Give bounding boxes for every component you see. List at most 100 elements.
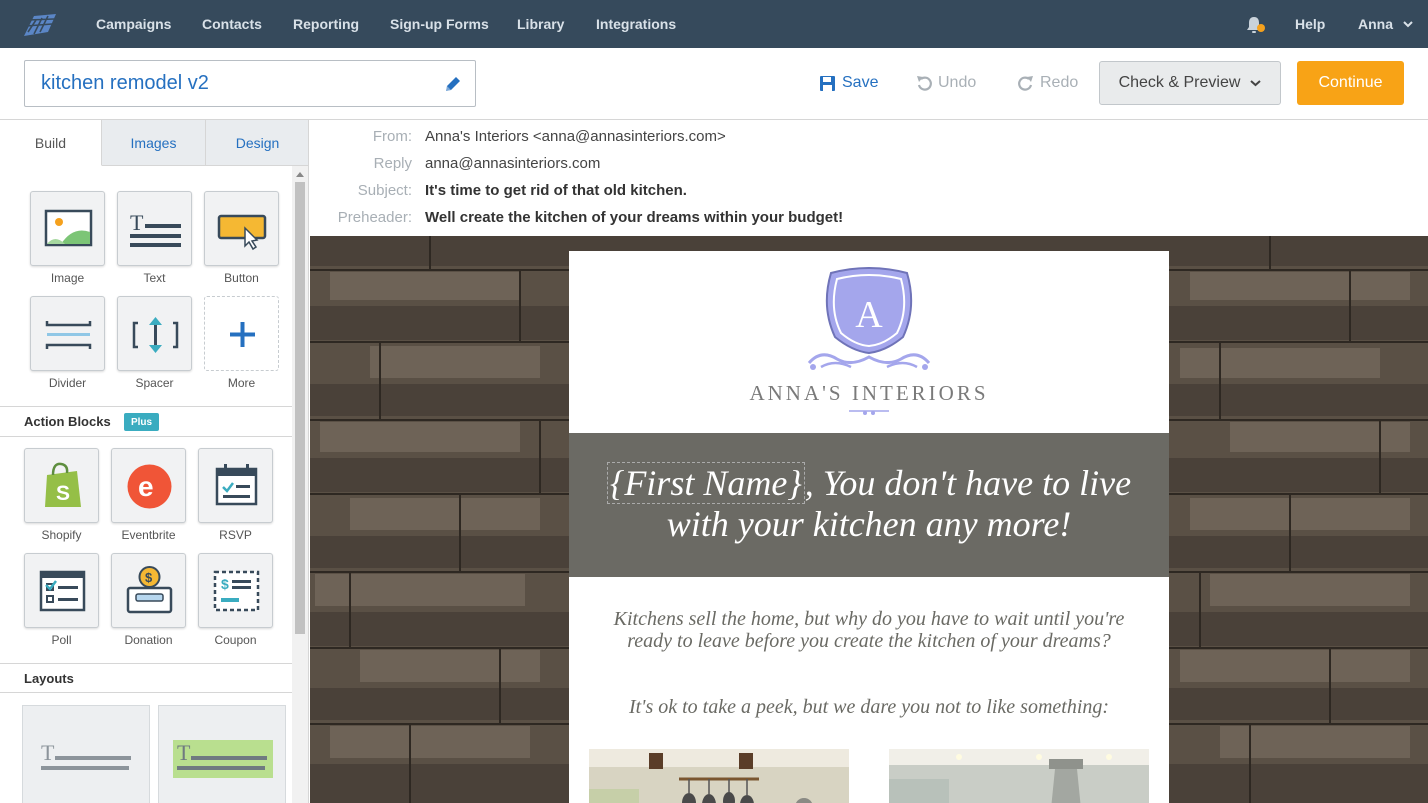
block-divider[interactable] [30,296,105,371]
block-label-donation: Donation [124,633,173,647]
subject-value[interactable]: It's time to get rid of that old kitchen… [425,182,687,199]
action-blocks-heading: Action Blocks [24,414,111,429]
nav-user-menu[interactable]: Anna [1358,16,1393,32]
block-donation[interactable]: $ [111,553,186,628]
brand-name: ANNA'S INTERIORS [749,381,989,405]
svg-text:$: $ [221,576,229,592]
block-rsvp[interactable] [198,448,273,523]
kitchen-image-left [589,749,849,803]
save-icon [820,75,835,91]
save-label: Save [842,74,879,91]
undo-label: Undo [938,74,977,91]
section-divider [0,436,292,437]
block-image[interactable] [30,191,105,266]
block-label-rsvp: RSVP [219,528,252,542]
undo-icon [917,76,932,91]
image-icon [44,209,93,247]
section-divider [0,406,292,407]
tab-build[interactable]: Build [0,120,102,166]
plus-icon [230,322,255,347]
block-label-divider: Divider [48,376,87,390]
section-divider [0,692,292,693]
svg-text:$: $ [145,570,153,585]
reply-value[interactable]: anna@annasinteriors.com [425,155,600,172]
body-paragraph-2[interactable]: It's ok to take a peek, but we dare you … [599,696,1139,718]
layout-text[interactable]: T [22,705,150,803]
continue-button[interactable]: Continue [1297,61,1404,105]
chevron-down-icon[interactable] [1403,20,1413,28]
top-nav: Campaigns Contacts Reporting Sign-up For… [0,0,1428,48]
spacer-icon [132,317,179,353]
divider-icon [45,321,92,349]
email-canvas: From: Anna's Interiors <anna@annasinteri… [310,120,1428,803]
block-poll[interactable] [24,553,99,628]
tab-images[interactable]: Images [102,120,206,166]
campaign-name-field[interactable]: kitchen remodel v2 [24,60,476,107]
calendar-icon [215,464,258,506]
sidebar-scroll-thumb[interactable] [295,182,305,634]
nav-campaigns[interactable]: Campaigns [96,16,171,32]
editor-toolbar: kitchen remodel v2 Save Undo Redo Check … [0,48,1428,120]
undo-button[interactable]: Undo [916,74,976,92]
svg-text:S: S [56,482,70,505]
layouts-heading: Layouts [24,671,74,686]
text-icon: T [130,210,181,247]
section-divider [0,663,292,664]
donation-icon: $ [126,566,173,614]
block-shopify[interactable]: S [24,448,99,523]
svg-text:T: T [177,740,191,765]
pencil-icon[interactable] [443,74,463,94]
coupon-icon: $ [213,570,260,612]
block-label-poll: Poll [51,633,72,647]
block-label-button: Button [224,271,259,285]
headline-band[interactable]: {First Name}, You don't have to live wit… [569,433,1169,577]
nav-reporting[interactable]: Reporting [293,16,359,32]
block-label-text: Text [143,271,166,285]
tab-design[interactable]: Design [206,120,308,166]
email-body[interactable]: A ANNA'S INTERIORS {First Name}, You don… [569,251,1169,803]
block-button[interactable] [204,191,279,266]
body-paragraph-1[interactable]: Kitchens sell the home, but why do you h… [599,608,1139,652]
nav-signup-forms[interactable]: Sign-up Forms [390,16,489,32]
preheader-value[interactable]: Well create the kitchen of your dreams w… [425,209,843,226]
subject-label: Subject: [357,182,412,199]
first-name-token[interactable]: {First Name} [606,462,805,504]
kitchen-image-right [889,749,1149,803]
redo-label: Redo [1040,74,1079,91]
notification-dot [1257,24,1265,32]
block-label-more: More [227,376,256,390]
svg-text:T: T [41,740,55,765]
block-text[interactable]: T [117,191,192,266]
block-label-eventbrite: Eventbrite [121,528,176,542]
redo-button[interactable]: Redo [1018,74,1078,92]
button-icon [217,214,267,251]
text-highlight-layout-icon: T [173,740,273,778]
nav-contacts[interactable]: Contacts [202,16,262,32]
reply-label: Reply [373,155,412,172]
kitchen-photo-right[interactable] [889,749,1149,803]
check-preview-button[interactable]: Check & Preview [1099,61,1281,105]
nav-library[interactable]: Library [517,16,564,32]
layout-text-highlight[interactable]: T [158,705,286,803]
kitchen-photo-left[interactable] [589,749,849,803]
eventbrite-icon: e [127,464,172,509]
block-label-image: Image [50,271,85,285]
campaign-name[interactable]: kitchen remodel v2 [41,72,209,95]
shopify-icon: S [45,462,81,507]
block-eventbrite[interactable]: e [111,448,186,523]
block-more[interactable] [204,296,279,371]
svg-text:T: T [130,210,144,235]
scroll-up-arrow[interactable] [296,172,304,177]
from-value[interactable]: Anna's Interiors <anna@annasinteriors.co… [425,128,726,145]
logo-icon[interactable] [22,12,58,38]
block-coupon[interactable]: $ [198,553,273,628]
headline[interactable]: {First Name}, You don't have to live wit… [587,462,1151,545]
wood-background: A ANNA'S INTERIORS {First Name}, You don… [310,236,1428,803]
chevron-down-icon [1250,80,1262,87]
nav-help[interactable]: Help [1295,16,1325,32]
save-button[interactable]: Save [819,74,878,92]
nav-integrations[interactable]: Integrations [596,16,676,32]
svg-text:e: e [138,471,154,502]
plus-badge: Plus [124,413,159,431]
block-spacer[interactable] [117,296,192,371]
